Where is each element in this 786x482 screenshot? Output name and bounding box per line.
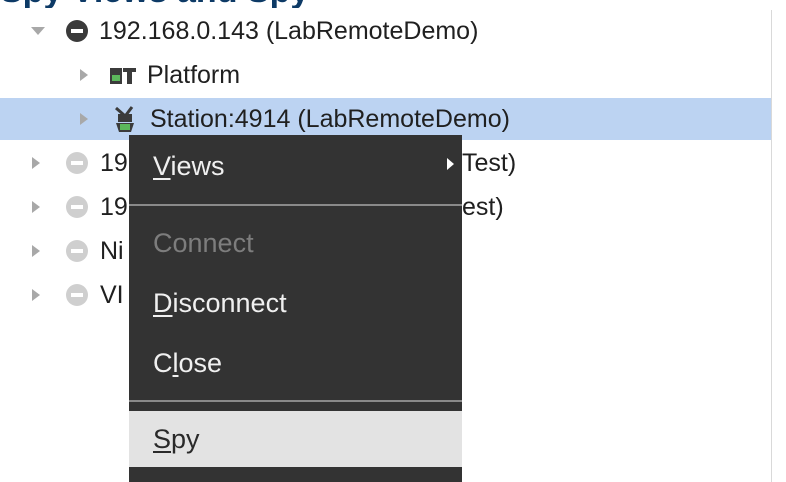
submenu-arrow-icon [447,158,454,170]
expand-right-icon[interactable] [80,113,88,125]
menu-item-label: Disconnect [153,287,287,318]
menu-item-disconnect[interactable]: Disconnect [129,275,462,331]
tree-row-label-suffix: Test) [462,148,517,177]
tree-row-label-prefix: VI [100,280,124,309]
menu-item-label: Views [153,150,225,181]
menu-item-connect[interactable]: Connect [129,215,462,271]
tree-row-label: Station:4914 (LabRemoteDemo) [150,104,510,133]
tree-row-station[interactable]: Station:4914 (LabRemoteDemo) [0,98,771,140]
menu-separator [129,204,462,206]
tree-row-platform[interactable]: Platform [0,54,771,96]
menu-item-label: Spy [153,423,200,454]
menu-item-close[interactable]: Close [129,335,462,391]
host-icon [66,196,88,218]
cropped-heading: Spy Views and Spy [0,0,786,8]
menu-item-spy[interactable]: Spy [129,411,462,467]
menu-item-views[interactable]: Views [129,138,462,194]
tree-row-label-prefix: Ni [100,236,124,265]
cropped-heading-text: Spy Views and Spy [0,0,309,8]
host-icon [66,152,88,174]
platform-icon [110,68,136,84]
expand-right-icon[interactable] [32,201,40,213]
tree-row-label: 192.168.0.143 (LabRemoteDemo) [99,16,479,45]
expand-right-icon[interactable] [32,289,40,301]
context-menu: Views Connect Disconnect Close Spy [129,135,462,482]
tree-row-label: Platform [147,60,241,89]
expand-right-icon[interactable] [80,69,88,81]
host-icon [66,284,88,306]
host-icon [66,240,88,262]
menu-item-label: Connect [153,227,254,258]
tree-row-label-prefix: 19 [100,148,128,177]
expand-right-icon[interactable] [32,157,40,169]
tree-row-label-suffix: est) [462,192,504,221]
expand-down-icon[interactable] [31,27,45,35]
expand-right-icon[interactable] [32,245,40,257]
station-icon [115,106,134,132]
tree-row-label-prefix: 19 [100,192,128,221]
tree-row-host-lab[interactable]: 192.168.0.143 (LabRemoteDemo) [0,10,771,52]
host-icon [66,20,88,42]
menu-item-label: Close [153,347,223,378]
menu-separator [129,400,462,402]
